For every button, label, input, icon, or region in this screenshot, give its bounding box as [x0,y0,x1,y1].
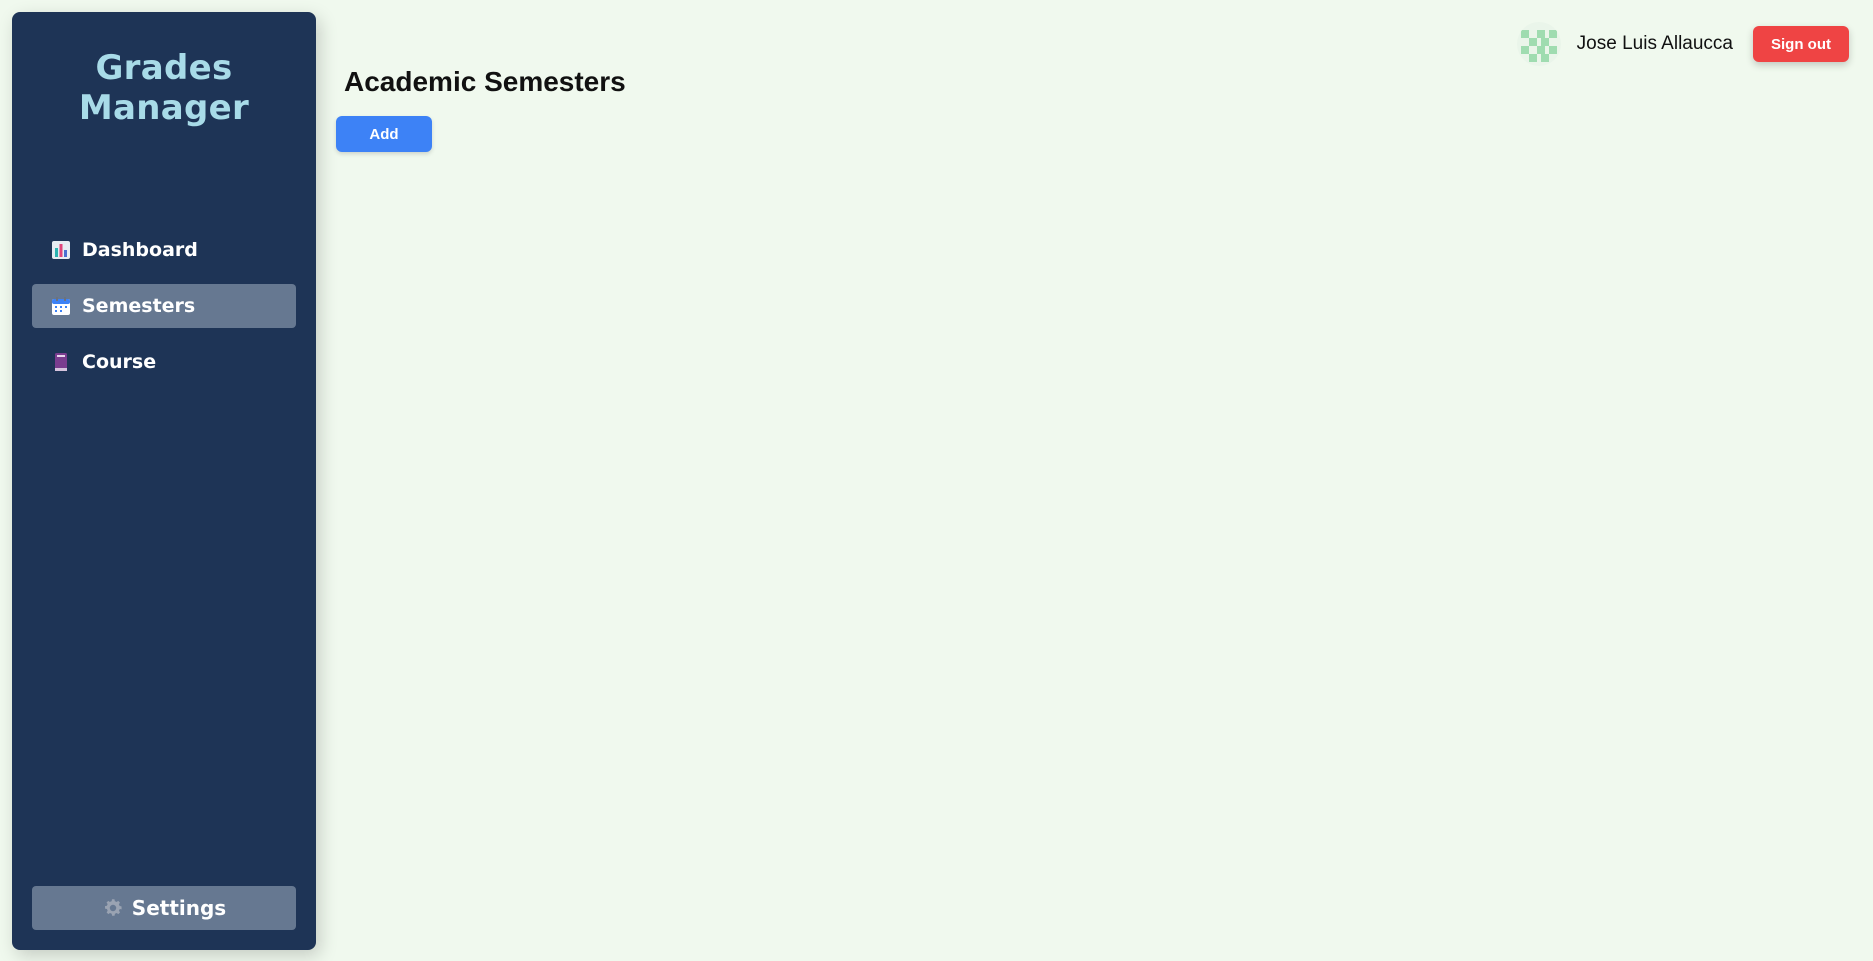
user-name: Jose Luis Allaucca [1576,33,1733,54]
add-button[interactable]: Add [336,116,432,152]
sidebar: Grades Manager Dashboard Semesters Cours… [12,12,316,950]
gear-icon [102,897,124,919]
sidebar-nav: Dashboard Semesters Course [32,228,296,396]
page-title: Academic Semesters [344,66,626,97]
sidebar-item-dashboard[interactable]: Dashboard [32,228,296,272]
sidebar-item-label: Dashboard [82,239,198,261]
settings-button[interactable]: Settings [32,886,296,930]
app-brand: Grades Manager [78,48,250,128]
calendar-icon [50,295,72,317]
sidebar-item-semesters[interactable]: Semesters [32,284,296,328]
sidebar-item-course[interactable]: Course [32,340,296,384]
book-icon [50,351,72,373]
sign-out-button[interactable]: Sign out [1753,26,1849,62]
user-area: Jose Luis Allaucca Sign out [1516,22,1849,66]
bar-chart-icon [50,239,72,261]
sidebar-item-label: Course [82,351,157,373]
sidebar-item-label: Semesters [82,295,196,317]
settings-label: Settings [131,896,227,920]
avatar[interactable] [1516,22,1561,66]
